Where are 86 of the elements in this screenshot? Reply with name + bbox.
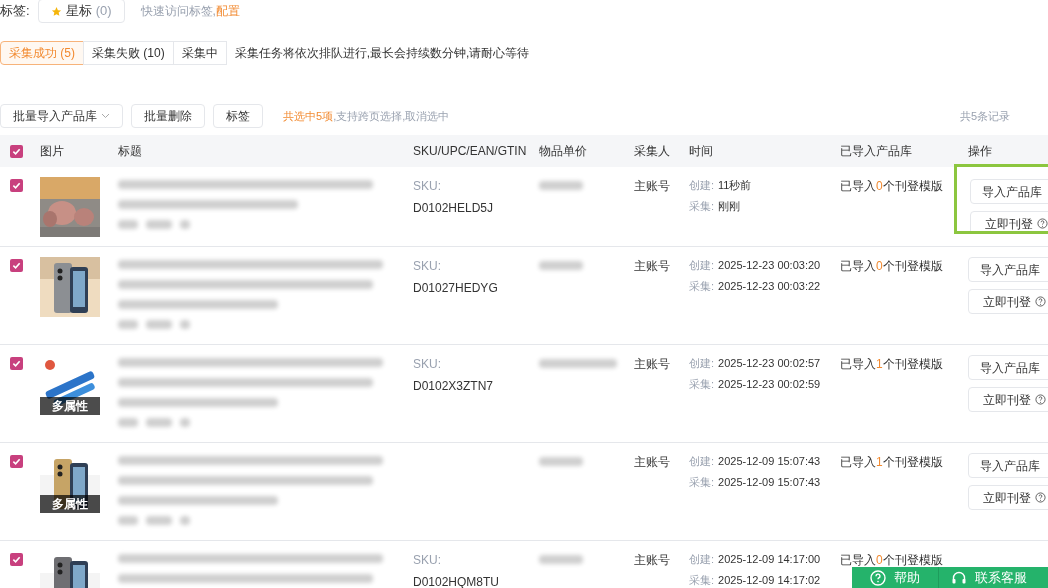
collected-time: 2025-12-23 00:02:59 (718, 376, 821, 392)
toolbar-button[interactable]: 批量删除 (131, 104, 205, 128)
tab[interactable]: 采集中 (172, 41, 227, 65)
checkbox[interactable] (10, 179, 23, 192)
sku-value: D0102HQM8TU (413, 574, 501, 588)
import-button[interactable]: 导入产品库 (968, 257, 1048, 282)
collected-label: 采集: (689, 278, 715, 294)
publish-button[interactable]: 立即刊登 (968, 289, 1048, 314)
star-icon (50, 5, 62, 17)
collected-time: 刚刚 (718, 198, 741, 214)
collected-label: 采集: (689, 198, 715, 214)
help-icon (870, 569, 886, 586)
created-time: 2025-12-23 00:03:20 (718, 258, 821, 273)
imported-status: 已导入0个刊登模版 (840, 178, 944, 195)
imported-status: 已导入1个刊登模版 (840, 356, 944, 373)
collector: 主账号 (634, 258, 671, 275)
collector: 主账号 (634, 552, 671, 569)
sku-value: D0102X3ZTN7 (413, 378, 495, 395)
created-label: 创建: (689, 178, 715, 193)
import-button[interactable]: 导入产品库 (970, 179, 1048, 204)
help-icon (1035, 394, 1046, 405)
column-header: 已导入产品库 (840, 143, 913, 160)
created-time: 11秒前 (718, 178, 752, 193)
redacted-price-drawing (539, 261, 583, 270)
multi-attribute-badge: 多属性 (40, 495, 100, 513)
publish-button[interactable]: 立即刊登 (970, 211, 1048, 231)
redacted-price-drawing (539, 457, 583, 466)
created-label: 创建: (689, 552, 715, 567)
selection-count: 共选中5项 (283, 108, 334, 124)
selection-hint: ,支持跨页选择, (333, 108, 406, 124)
created-time: 2025-12-23 00:02:57 (718, 356, 821, 371)
dropdown-button[interactable]: 批量导入产品库 (0, 104, 123, 128)
collected-time: 2025-12-23 00:03:22 (718, 278, 821, 294)
redacted-price-drawing (539, 181, 583, 190)
imported-status: 已导入0个刊登模版 (840, 552, 944, 569)
created-label: 创建: (689, 258, 715, 273)
imported-status: 已导入0个刊登模版 (840, 258, 944, 275)
help-icon (1035, 492, 1046, 503)
tab[interactable]: 采集失败 (10) (83, 41, 174, 65)
column-header: 时间 (689, 143, 714, 160)
caret-icon (101, 113, 110, 119)
headset-icon (951, 569, 967, 586)
created-time: 2025-12-09 14:17:00 (718, 552, 821, 567)
checkbox[interactable] (10, 144, 23, 158)
notice-text: 采集任务将依次排队进行,最长会持续数分钟,请耐心等待 (234, 45, 530, 62)
toolbar-button[interactable]: 标签 (213, 104, 263, 128)
checkbox[interactable] (10, 357, 23, 370)
column-header: 采集人 (634, 143, 671, 160)
import-button[interactable]: 导入产品库 (968, 355, 1048, 380)
created-label: 创建: (689, 454, 715, 469)
help-icon (1037, 218, 1048, 229)
column-header: 操作 (968, 143, 993, 160)
checkbox[interactable] (10, 553, 23, 566)
imported-status: 已导入1个刊登模版 (840, 454, 944, 471)
redacted-price-drawing (539, 555, 583, 564)
sku-label: SKU: (413, 178, 442, 195)
sku-label: SKU: (413, 356, 442, 373)
multi-attribute-badge: 多属性 (40, 397, 100, 415)
collector: 主账号 (634, 454, 671, 471)
collected-label: 采集: (689, 572, 715, 588)
created-label: 创建: (689, 356, 715, 371)
sku-value: D01027HEDYG (413, 280, 499, 297)
collected-time: 2025-12-09 15:07:43 (718, 474, 821, 490)
sku-value: D0102HELD5J (413, 200, 495, 217)
collected-time: 2025-12-09 14:17:02 (718, 572, 821, 588)
collector: 主账号 (634, 178, 671, 195)
collected-label: 采集: (689, 474, 715, 490)
record-count: 共5条记录 (959, 108, 1010, 124)
collector: 主账号 (634, 356, 671, 373)
column-header: 物品单价 (539, 143, 588, 160)
tags-hint: 快速访问标签, (140, 3, 216, 20)
checkbox[interactable] (10, 259, 23, 272)
star-tag[interactable]: 星标 (0) (37, 0, 125, 23)
tags-label: 标签: (0, 2, 30, 21)
import-button[interactable]: 导入产品库 (968, 453, 1048, 478)
checkbox[interactable] (10, 455, 23, 468)
column-header: SKU/UPC/EAN/GTIN (413, 143, 528, 160)
sku-label: SKU: (413, 258, 442, 275)
sku-label: SKU: (413, 552, 442, 569)
column-header: 标题 (118, 143, 143, 160)
publish-button[interactable]: 立即刊登 (968, 485, 1048, 510)
created-time: 2025-12-09 15:07:43 (718, 454, 821, 469)
collected-label: 采集: (689, 376, 715, 392)
publish-button[interactable]: 立即刊登 (968, 387, 1048, 412)
column-header: 图片 (40, 143, 65, 160)
help-icon (1035, 296, 1046, 307)
